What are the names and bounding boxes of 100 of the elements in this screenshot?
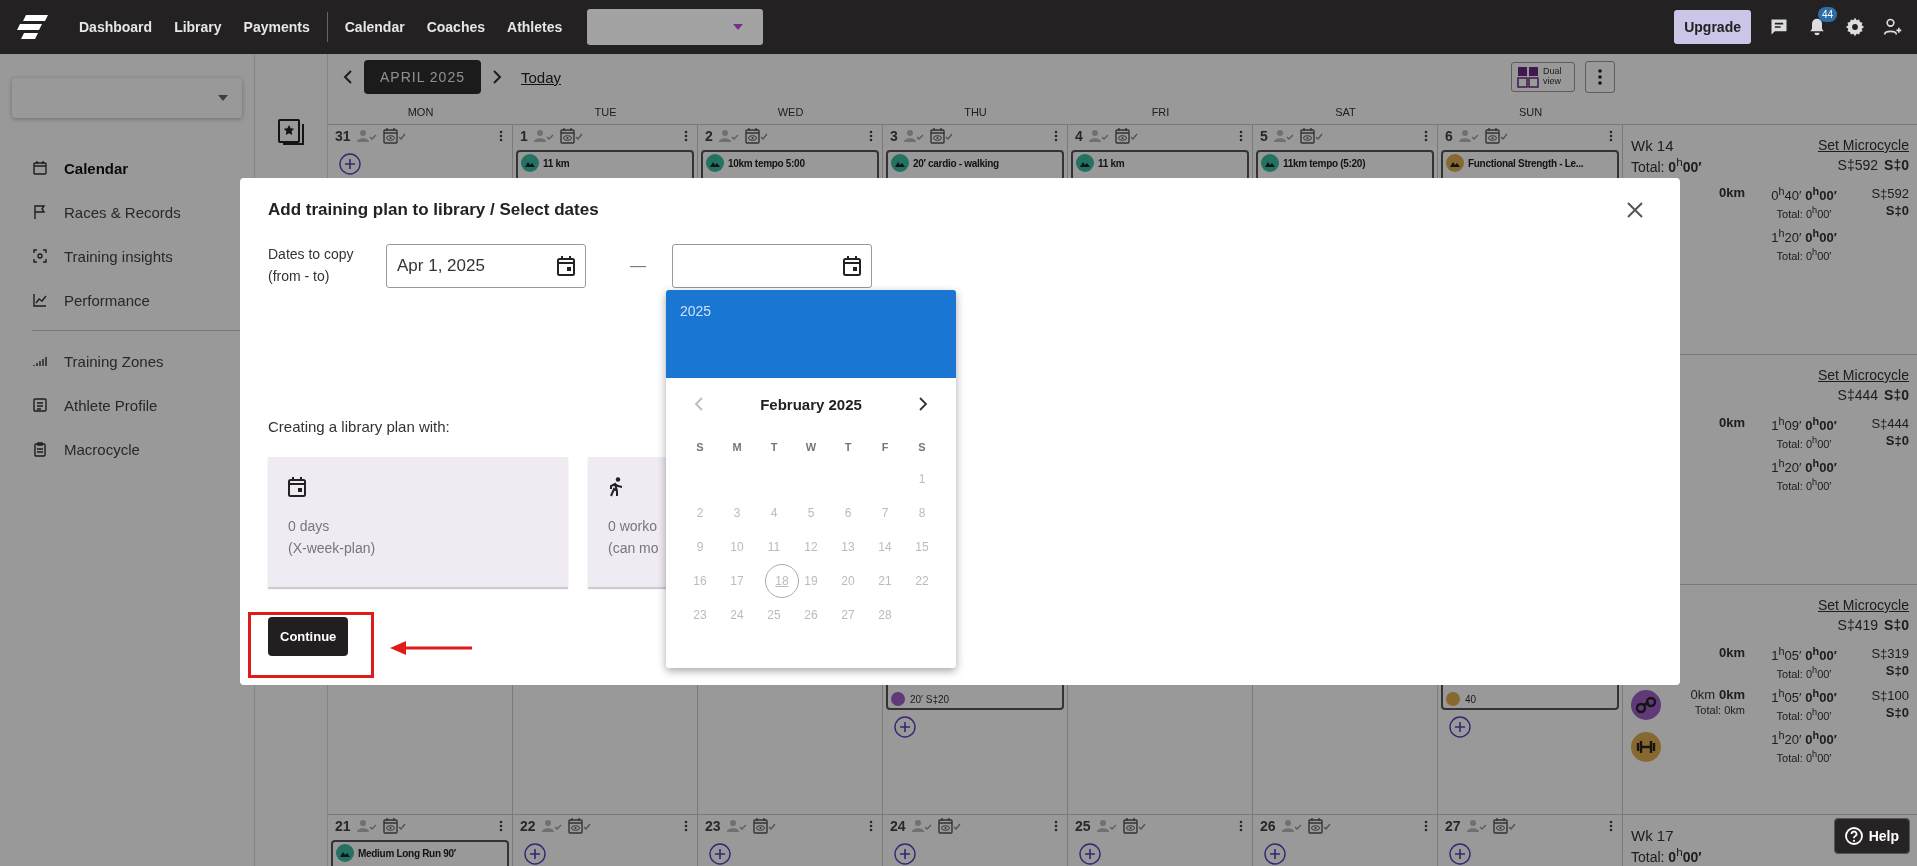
help-button[interactable]: Help	[1833, 818, 1910, 854]
set-microcycle-link[interactable]: Set Microcycle	[1817, 367, 1909, 383]
more-icon[interactable]	[1424, 130, 1428, 142]
person-check-icon[interactable]	[903, 129, 924, 143]
today-link[interactable]: Today	[521, 68, 561, 86]
person-check-icon[interactable]	[718, 129, 739, 143]
add-icon[interactable]	[339, 153, 361, 175]
more-icon[interactable]	[1054, 820, 1058, 832]
add-icon[interactable]	[1264, 843, 1286, 865]
dates-label: Dates to copy (from - to)	[268, 245, 355, 286]
time-total: Total: 0$^{h}$00′	[1775, 205, 1833, 220]
calendar-eye-icon[interactable]	[382, 128, 407, 144]
day-number: 21	[335, 818, 351, 834]
calendar-eye-icon[interactable]	[744, 128, 769, 144]
logo-icon[interactable]	[16, 15, 48, 39]
more-icon[interactable]	[1424, 820, 1428, 832]
calendar-eye-icon[interactable]	[567, 818, 592, 834]
add-icon[interactable]	[1079, 843, 1101, 865]
set-microcycle-link[interactable]: Set Microcycle	[1817, 597, 1909, 613]
sidebar-item[interactable]: Athlete Profile	[12, 383, 242, 427]
workout-card[interactable]: Medium Long Run 90′	[331, 840, 509, 866]
sidebar-item[interactable]: Calendar	[12, 146, 242, 190]
more-icon[interactable]	[1239, 130, 1243, 142]
weekday-letter: T	[769, 440, 779, 455]
calendar-icon[interactable]	[843, 256, 861, 276]
person-check-icon[interactable]	[911, 819, 932, 833]
settings-icon[interactable]	[1845, 17, 1865, 37]
add-person-icon[interactable]	[1883, 17, 1903, 37]
sidebar-item[interactable]: Training insights	[12, 234, 242, 278]
person-check-icon[interactable]	[356, 129, 377, 143]
add-icon[interactable]	[1449, 716, 1471, 738]
calendar-eye-icon[interactable]	[1299, 128, 1324, 144]
dual-view-button[interactable]: Dual view	[1511, 62, 1575, 92]
upgrade-button[interactable]: Upgrade	[1674, 10, 1751, 44]
calendar-eye-icon[interactable]	[929, 128, 954, 144]
dialog-title: Add training plan to library / Select dates	[268, 200, 599, 220]
calendar-eye-icon[interactable]	[382, 818, 407, 834]
continue-button[interactable]: Continue	[268, 617, 349, 656]
calendar-eye-icon[interactable]	[752, 818, 777, 834]
more-icon[interactable]	[499, 130, 503, 142]
more-icon[interactable]	[1239, 820, 1243, 832]
set-microcycle-link[interactable]: Set Microcycle	[1817, 137, 1909, 153]
person-check-icon[interactable]	[1466, 819, 1487, 833]
calendar-icon[interactable]	[557, 256, 575, 276]
more-button[interactable]	[1585, 61, 1615, 93]
day-number: 2	[705, 128, 713, 144]
calendar-eye-icon[interactable]	[1307, 818, 1332, 834]
next-month-icon[interactable]	[918, 397, 928, 411]
nav-link[interactable]: Payments	[243, 19, 310, 35]
more-icon[interactable]	[1609, 130, 1613, 142]
sidebar-item[interactable]: Performance	[12, 278, 242, 322]
more-icon[interactable]	[869, 130, 873, 142]
previous-icon[interactable]	[342, 70, 354, 84]
person-check-icon[interactable]	[726, 819, 747, 833]
person-check-icon[interactable]	[1273, 129, 1294, 143]
calendar-eye-icon[interactable]	[937, 818, 962, 834]
add-icon[interactable]	[894, 843, 916, 865]
more-icon[interactable]	[1054, 130, 1058, 142]
person-check-icon[interactable]	[541, 819, 562, 833]
nav-link[interactable]: Coaches	[426, 19, 486, 35]
calendar-eye-icon[interactable]	[1122, 818, 1147, 834]
person-check-icon[interactable]	[1096, 819, 1117, 833]
person-check-icon[interactable]	[533, 129, 554, 143]
add-icon[interactable]	[894, 716, 916, 738]
nav-link[interactable]: Library	[174, 19, 222, 35]
year-label[interactable]: 2025	[680, 303, 712, 319]
from-date-field[interactable]: Apr 1, 2025	[386, 244, 586, 288]
month-button[interactable]: APRIL 2025	[364, 60, 481, 94]
sidebar-item[interactable]: Training Zones	[12, 339, 242, 383]
to-date-field[interactable]	[672, 244, 872, 288]
more-icon[interactable]	[499, 820, 503, 832]
calendar-eye-icon[interactable]	[1492, 818, 1517, 834]
calendar-eye-icon[interactable]	[1114, 128, 1139, 144]
calendar-eye-icon[interactable]	[1484, 128, 1509, 144]
add-icon[interactable]	[1449, 843, 1471, 865]
more-icon[interactable]	[684, 820, 688, 832]
add-icon[interactable]	[524, 843, 546, 865]
chat-icon[interactable]	[1769, 17, 1789, 37]
weekday-label: MON	[406, 106, 435, 118]
person-check-icon[interactable]	[356, 819, 377, 833]
more-icon[interactable]	[869, 820, 873, 832]
next-icon[interactable]	[491, 70, 503, 84]
close-icon[interactable]	[1626, 201, 1644, 219]
profile-icon	[32, 397, 48, 413]
calendar-eye-icon[interactable]	[559, 128, 584, 144]
person-check-icon[interactable]	[1281, 819, 1302, 833]
more-icon[interactable]	[684, 130, 688, 142]
nav-link[interactable]: Athletes	[507, 19, 563, 35]
person-check-icon[interactable]	[1458, 129, 1479, 143]
sidebar-item[interactable]: Macrocycle	[12, 427, 242, 471]
person-check-icon[interactable]	[1088, 129, 1109, 143]
nav-link[interactable]: Dashboard	[79, 19, 153, 35]
notification-badge: 44	[1817, 7, 1837, 22]
nav-link[interactable]: Calendar	[344, 19, 405, 35]
add-icon[interactable]	[709, 843, 731, 865]
stat-note: (X-week-plan)	[288, 539, 376, 558]
caret-icon	[218, 95, 228, 101]
library-icon[interactable]	[276, 117, 306, 147]
more-icon[interactable]	[1609, 820, 1613, 832]
sidebar-item[interactable]: Races & Records	[12, 190, 242, 234]
